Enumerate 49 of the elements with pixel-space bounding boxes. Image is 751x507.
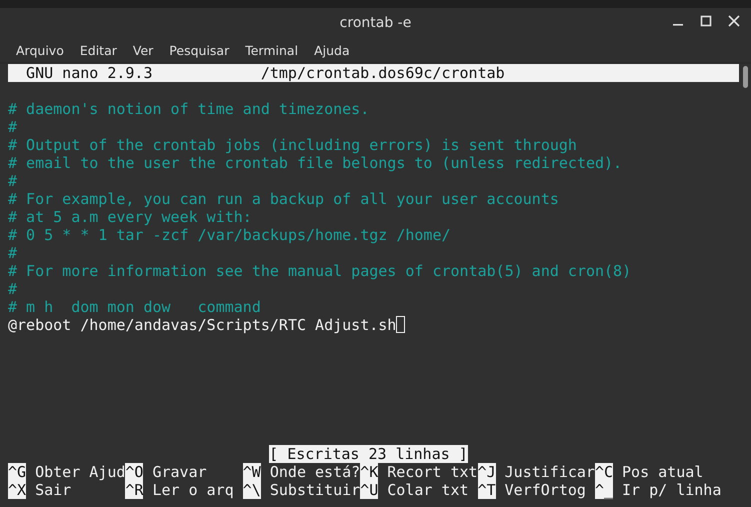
shortcut-label: Sair: [35, 481, 72, 499]
menu-item[interactable]: Arquivo: [8, 42, 72, 58]
menu-item[interactable]: Editar: [72, 42, 125, 58]
shortcut-key: ^J: [478, 463, 496, 481]
comment-line: #: [8, 118, 18, 136]
editor-version: GNU nano 2.9.3: [26, 64, 154, 82]
shortcut-label: Gravar: [152, 463, 207, 481]
shortcut-key: ^\: [242, 481, 261, 499]
shortcut-key: ^T: [478, 481, 496, 499]
shortcut-label: Ir p/ linha: [622, 481, 722, 499]
comment-line: # at 5 a.m every week with:: [8, 208, 252, 226]
code-line: @reboot /home/andavas/Scripts/RTC Adjust.sh: [8, 316, 396, 334]
shortcut-key: ^C: [594, 463, 614, 481]
shortcut-key: ^O: [125, 463, 144, 481]
comment-line: #: [8, 280, 18, 298]
comment-line: # For more information see the manual pages of crontab(5) and cron(8): [8, 262, 632, 280]
shortcut-label: Pos atual: [622, 463, 704, 481]
shortcut-label: Colar txt: [387, 481, 469, 499]
status-message: [ Escritas 23 linhas ]: [269, 445, 468, 463]
shortcut-label: Justificar: [504, 463, 595, 481]
window-title: crontab -e: [340, 15, 412, 31]
shortcut-label: Recort txt: [387, 463, 478, 481]
comment-line: # email to the user the crontab file belongs to (unless redirected).: [8, 154, 622, 172]
shortcut-key: ^X: [8, 481, 26, 499]
maximize-icon[interactable]: [699, 14, 713, 28]
menu-item[interactable]: Ajuda: [306, 42, 358, 58]
file-path: /tmp/crontab.dos69c/crontab: [260, 64, 505, 82]
comment-line: #: [8, 172, 18, 190]
shortcut-key: ^W: [242, 463, 261, 481]
menu-item[interactable]: Terminal: [237, 42, 306, 58]
shortcut-key: ^G: [8, 463, 26, 481]
menu-item[interactable]: Pesquisar: [161, 42, 238, 58]
shortcut-key: ^K: [360, 463, 378, 481]
comment-line: # 0 5 * * 1 tar -zcf /var/backups/home.tgz /home/: [8, 226, 451, 244]
comment-line: # For example, you can run a backup of all your user accounts: [8, 190, 559, 208]
shortcut-label: Substituir: [270, 481, 360, 499]
comment-line: # Output of the crontab jobs (including errors) is sent through: [8, 136, 577, 154]
shortcut-key: ^_: [594, 481, 614, 499]
shortcut-label: Ler o arq: [152, 481, 234, 499]
comment-line: #: [8, 244, 18, 262]
shortcut-label: Obter Ajud: [35, 463, 126, 481]
comment-line: # m h dom mon dow command: [8, 298, 261, 316]
shortcut-label: Onde está?: [270, 463, 360, 481]
menu-item[interactable]: Ver: [124, 42, 162, 58]
comment-line: # daemon's notion of time and timezones.: [8, 100, 370, 118]
scrollbar-thumb[interactable]: [742, 66, 748, 88]
close-icon[interactable]: [727, 14, 741, 28]
shortcut-label: VerfOrtog: [504, 481, 586, 499]
shortcut-key: ^U: [360, 481, 378, 499]
